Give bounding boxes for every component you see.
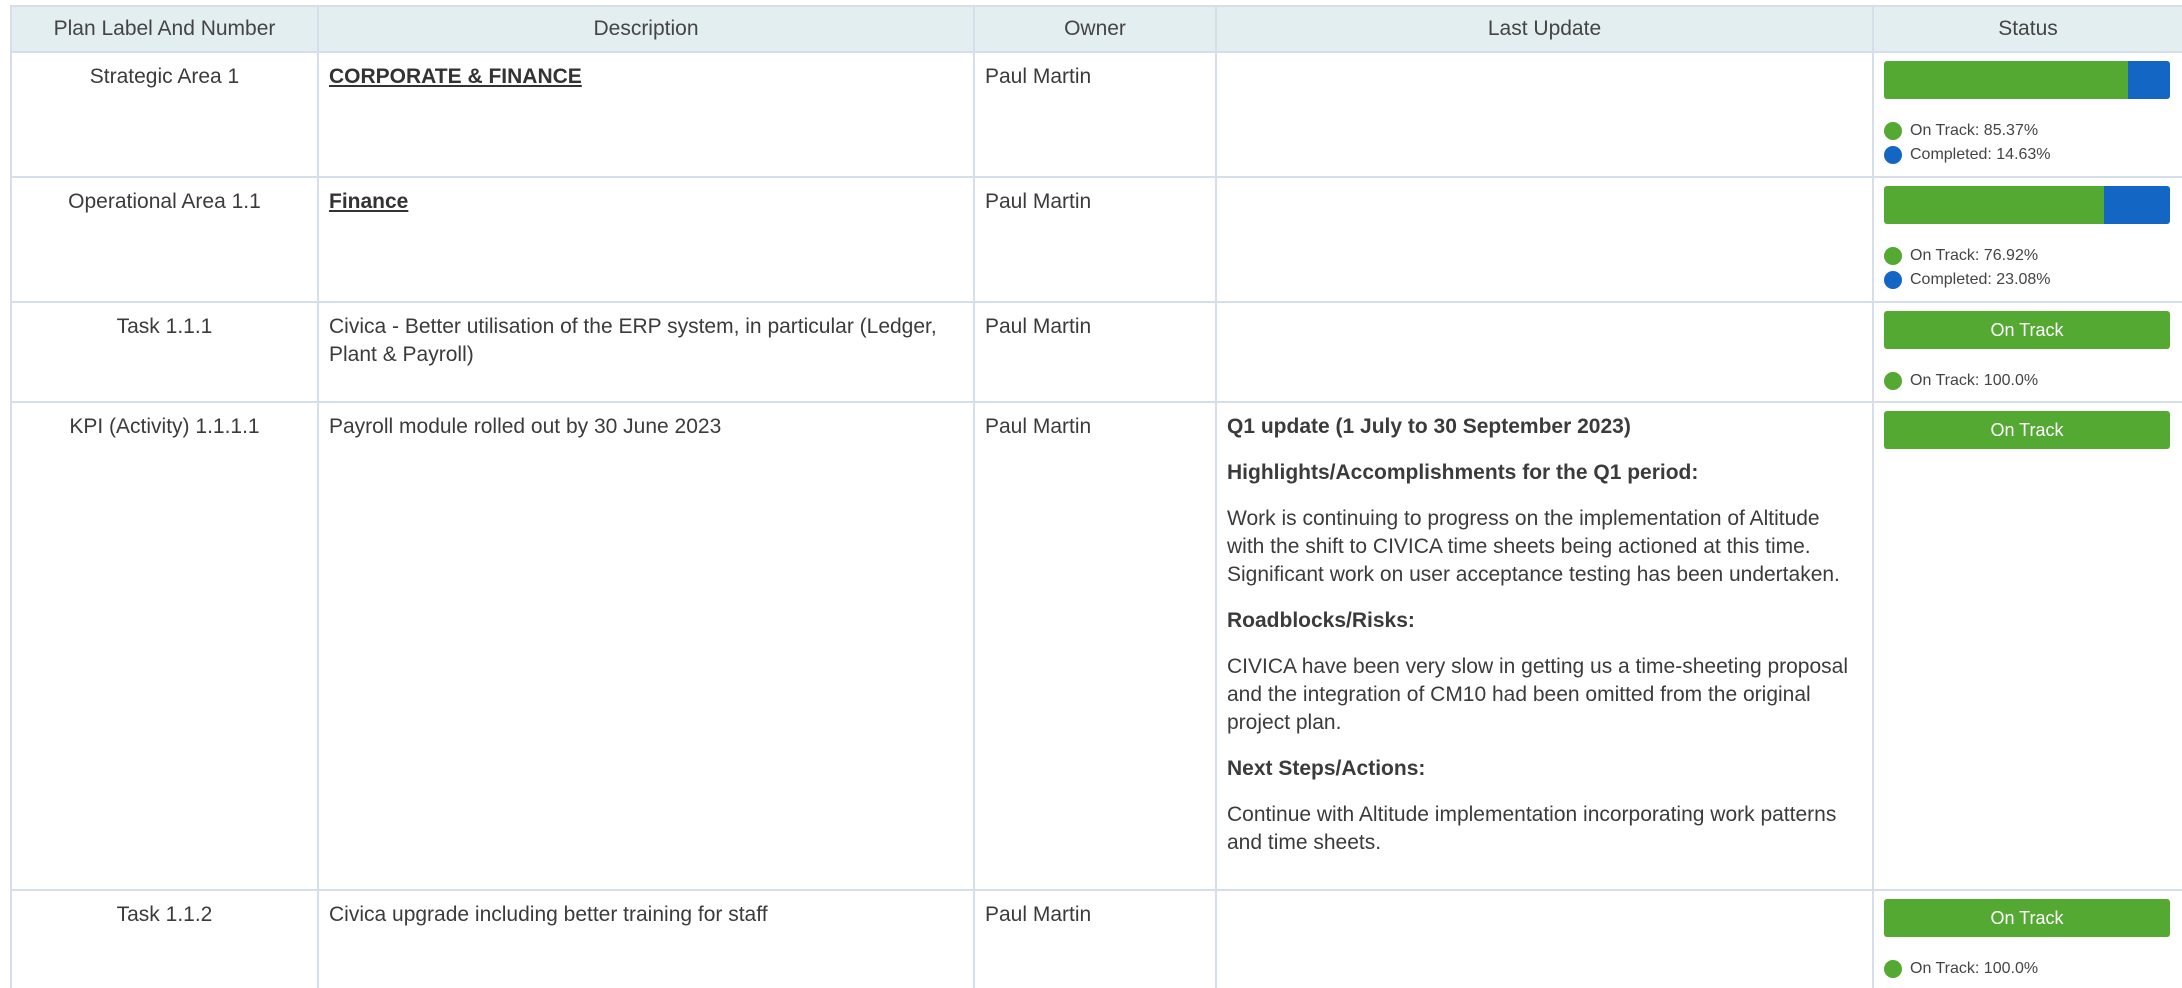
- legend-item-completed: Completed: 14.63%: [1884, 143, 2172, 167]
- owner-cell: Paul Martin: [973, 51, 1217, 178]
- legend-item-on-track: On Track: 76.92%: [1884, 244, 2172, 268]
- status-progress-bar: [1884, 61, 2170, 99]
- plan-label-cell: Task 1.1.2: [10, 889, 319, 988]
- plan-table-container: Plan Label And Number Description Owner …: [10, 5, 2182, 988]
- owner-cell: Paul Martin: [973, 301, 1217, 403]
- on-track-dot-icon: [1884, 960, 1902, 978]
- plan-label-cell: Operational Area 1.1: [10, 176, 319, 303]
- column-header-plan-label[interactable]: Plan Label And Number: [10, 5, 319, 53]
- last-update-cell: Q1 update (1 July to 30 September 2023) …: [1215, 401, 1874, 891]
- status-cell: On Track On Track: 100.0%: [1872, 889, 2182, 988]
- legend-label: On Track: 100.0%: [1910, 372, 2039, 389]
- description-cell: Civica - Better utilisation of the ERP s…: [317, 301, 975, 403]
- table-row: KPI (Activity) 1.1.1.1 Payroll module ro…: [10, 401, 2182, 891]
- description-link[interactable]: Finance: [329, 190, 408, 213]
- legend-label: Completed: 23.08%: [1910, 271, 2051, 288]
- column-header-owner[interactable]: Owner: [973, 5, 1217, 53]
- next-steps-text: Continue with Altitude implementation in…: [1227, 803, 1837, 854]
- status-badge: On Track: [1884, 311, 2170, 349]
- status-legend: On Track: 76.92% Completed: 23.08%: [1884, 244, 2172, 292]
- legend-label: On Track: 76.92%: [1910, 247, 2039, 264]
- legend-item-on-track: On Track: 100.0%: [1884, 369, 2172, 393]
- owner-cell: Paul Martin: [973, 176, 1217, 303]
- legend-item-on-track: On Track: 100.0%: [1884, 957, 2172, 981]
- roadblocks-heading: Roadblocks/Risks:: [1227, 609, 1415, 632]
- completed-segment: [2103, 186, 2170, 224]
- next-steps-heading: Next Steps/Actions:: [1227, 757, 1426, 780]
- completed-segment: [2128, 61, 2170, 99]
- table-row: Task 1.1.1 Civica - Better utilisation o…: [10, 301, 2182, 403]
- plan-table: Plan Label And Number Description Owner …: [10, 5, 2182, 988]
- owner-cell: Paul Martin: [973, 401, 1217, 891]
- table-row: Strategic Area 1 CORPORATE & FINANCE Pau…: [10, 51, 2182, 178]
- plan-label-cell: KPI (Activity) 1.1.1.1: [10, 401, 319, 891]
- plan-label-cell: Strategic Area 1: [10, 51, 319, 178]
- last-update-cell: [1215, 301, 1874, 403]
- completed-dot-icon: [1884, 146, 1902, 164]
- plan-label-cell: Task 1.1.1: [10, 301, 319, 403]
- legend-label: Completed: 14.63%: [1910, 146, 2051, 163]
- last-update-cell: [1215, 176, 1874, 303]
- status-cell: On Track: [1872, 401, 2182, 891]
- description-cell: Finance: [317, 176, 975, 303]
- description-cell: Civica upgrade including better training…: [317, 889, 975, 988]
- column-header-status[interactable]: Status: [1872, 5, 2182, 53]
- last-update-cell: [1215, 51, 1874, 178]
- roadblocks-text: CIVICA have been very slow in getting us…: [1227, 655, 1849, 734]
- status-legend: On Track: 85.37% Completed: 14.63%: [1884, 119, 2172, 167]
- description-link[interactable]: CORPORATE & FINANCE: [329, 65, 582, 88]
- legend-label: On Track: 85.37%: [1910, 122, 2039, 139]
- status-badge: On Track: [1884, 411, 2170, 449]
- on-track-segment: [1884, 186, 2104, 224]
- on-track-dot-icon: [1884, 247, 1902, 265]
- status-legend: On Track: 100.0%: [1884, 957, 2172, 981]
- update-title: Q1 update (1 July to 30 September 2023): [1227, 415, 1631, 438]
- table-header-row: Plan Label And Number Description Owner …: [10, 5, 2182, 53]
- column-header-last-update[interactable]: Last Update: [1215, 5, 1874, 53]
- completed-dot-icon: [1884, 271, 1902, 289]
- description-cell: CORPORATE & FINANCE: [317, 51, 975, 178]
- description-cell: Payroll module rolled out by 30 June 202…: [317, 401, 975, 891]
- table-row: Operational Area 1.1 Finance Paul Martin…: [10, 176, 2182, 303]
- status-cell: On Track: 85.37% Completed: 14.63%: [1872, 51, 2182, 178]
- status-cell: On Track: 76.92% Completed: 23.08%: [1872, 176, 2182, 303]
- status-progress-bar: [1884, 186, 2170, 224]
- on-track-segment: [1884, 61, 2129, 99]
- highlights-heading: Highlights/Accomplishments for the Q1 pe…: [1227, 461, 1699, 484]
- legend-label: On Track: 100.0%: [1910, 960, 2039, 977]
- table-row: Task 1.1.2 Civica upgrade including bett…: [10, 889, 2182, 988]
- status-cell: On Track On Track: 100.0%: [1872, 301, 2182, 403]
- on-track-dot-icon: [1884, 122, 1902, 140]
- last-update-cell: [1215, 889, 1874, 988]
- highlights-text: Work is continuing to progress on the im…: [1227, 507, 1840, 586]
- on-track-dot-icon: [1884, 372, 1902, 390]
- column-header-description[interactable]: Description: [317, 5, 975, 53]
- status-badge: On Track: [1884, 899, 2170, 937]
- legend-item-on-track: On Track: 85.37%: [1884, 119, 2172, 143]
- owner-cell: Paul Martin: [973, 889, 1217, 988]
- legend-item-completed: Completed: 23.08%: [1884, 268, 2172, 292]
- status-legend: On Track: 100.0%: [1884, 369, 2172, 393]
